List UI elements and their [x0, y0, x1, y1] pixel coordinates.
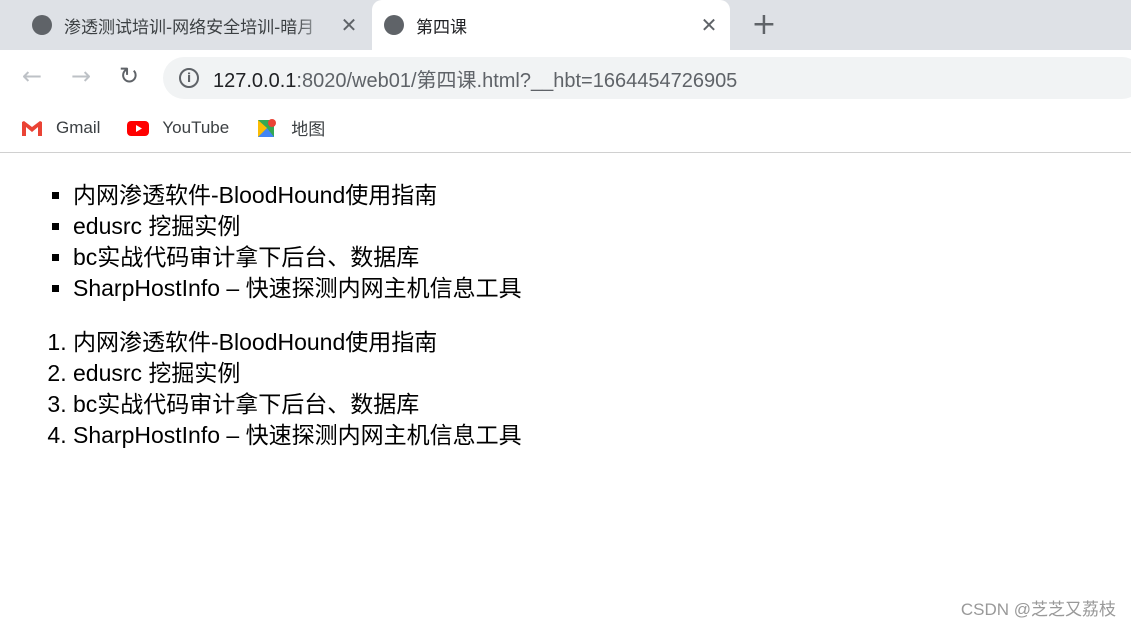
- list-item: 内网渗透软件-BloodHound使用指南: [73, 180, 522, 211]
- ordered-list: 内网渗透软件-BloodHound使用指南 edusrc 挖掘实例 bc实战代码…: [73, 327, 522, 451]
- list-item: bc实战代码审计拿下后台、数据库: [73, 389, 522, 420]
- unordered-list: 内网渗透软件-BloodHound使用指南 edusrc 挖掘实例 bc实战代码…: [73, 180, 522, 304]
- toolbar: ← → ↻ i 127.0.0.1:8020/web01/第四课.html?__…: [0, 50, 1131, 103]
- address-bar[interactable]: i 127.0.0.1:8020/web01/第四课.html?__hbt=16…: [163, 57, 1131, 99]
- bookmark-youtube[interactable]: YouTube: [126, 118, 229, 138]
- list-item: edusrc 挖掘实例: [73, 211, 522, 242]
- list-item: bc实战代码审计拿下后台、数据库: [73, 242, 522, 273]
- bookmark-maps[interactable]: 地图: [255, 115, 325, 140]
- new-tab-button[interactable]: +: [748, 8, 780, 42]
- bookmark-label: 地图: [291, 120, 326, 139]
- list-item: edusrc 挖掘实例: [73, 358, 522, 389]
- youtube-icon: [127, 120, 150, 136]
- bookmark-gmail[interactable]: Gmail: [20, 118, 100, 138]
- tab-strip: 渗透测试培训-网络安全培训-暗月 ✕ 第四课 ✕ +: [0, 0, 1131, 50]
- page-content: 内网渗透软件-BloodHound使用指南 edusrc 挖掘实例 bc实战代码…: [0, 180, 522, 451]
- tab-active[interactable]: 第四课 ✕: [372, 0, 730, 50]
- gmail-icon: [22, 120, 42, 136]
- bookmarks-bar: Gmail YouTube 地图: [0, 103, 1131, 153]
- url-text[interactable]: 127.0.0.1:8020/web01/第四课.html?__hbt=1664…: [213, 64, 737, 93]
- forward-icon[interactable]: →: [65, 60, 97, 92]
- list-item: SharpHostInfo – 快速探测内网主机信息工具: [73, 420, 522, 451]
- watermark: CSDN @芝芝又荔枝: [960, 600, 1116, 619]
- tab-title: 渗透测试培训-网络安全培训-暗月: [64, 17, 315, 38]
- list-item: SharpHostInfo – 快速探测内网主机信息工具: [73, 273, 522, 304]
- maps-icon: [258, 118, 277, 137]
- globe-icon: [384, 15, 404, 35]
- bookmark-label: Gmail: [56, 117, 101, 137]
- url-path: :8020/web01/第四课.html?__hbt=1664454726905: [296, 69, 738, 92]
- bookmark-label: YouTube: [162, 117, 230, 137]
- close-tab-icon[interactable]: ✕: [334, 13, 364, 37]
- reload-icon[interactable]: ↻: [113, 60, 145, 92]
- url-host: 127.0.0.1: [213, 69, 297, 92]
- tab-inactive[interactable]: 渗透测试培训-网络安全培训-暗月 ✕: [20, 0, 370, 50]
- globe-icon: [32, 15, 52, 35]
- close-tab-icon[interactable]: ✕: [694, 13, 724, 37]
- list-item: 内网渗透软件-BloodHound使用指南: [73, 327, 522, 358]
- info-icon[interactable]: i: [179, 68, 199, 88]
- back-icon[interactable]: ←: [16, 60, 48, 92]
- tab-title: 第四课: [416, 17, 467, 38]
